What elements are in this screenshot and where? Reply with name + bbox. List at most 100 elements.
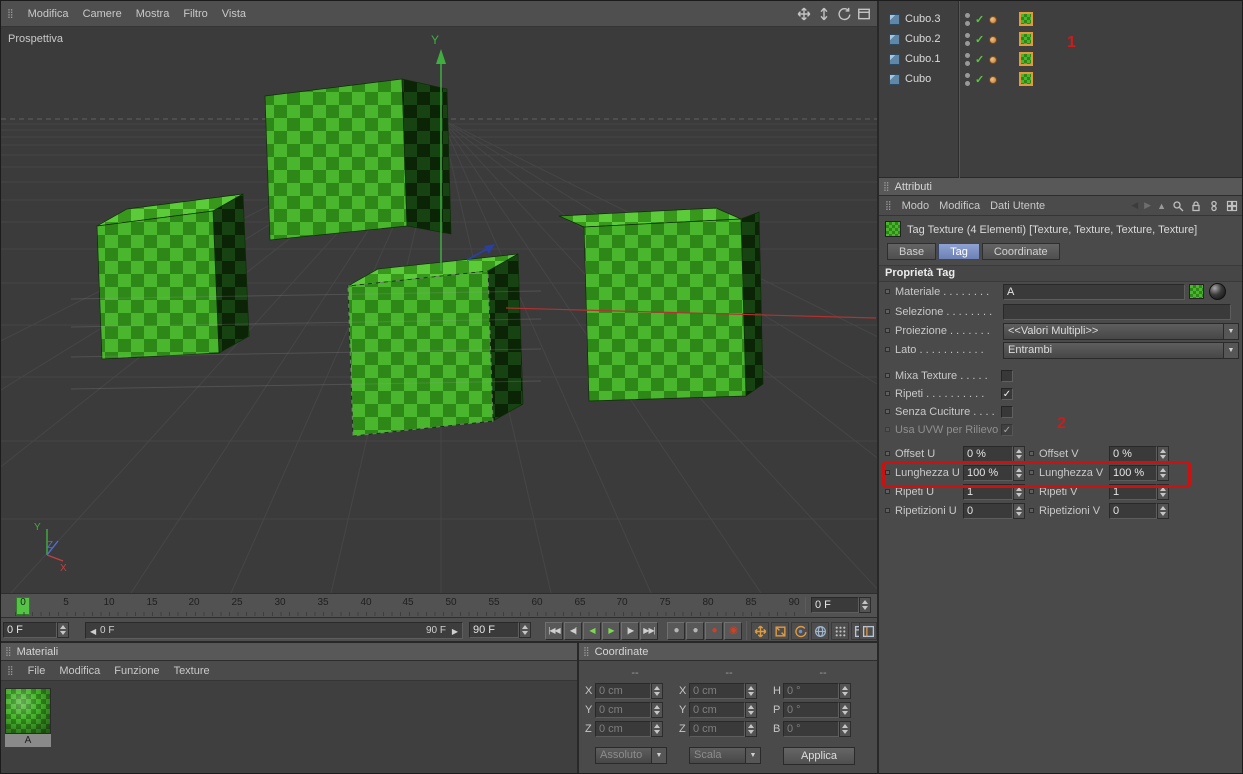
lato-dropdown[interactable]: Entrambi ▼ [1003,342,1239,359]
layout-panel-alt-icon[interactable] [859,622,877,640]
apply-button[interactable]: Applica [783,747,855,765]
menu-vista[interactable]: Vista [222,8,246,20]
texture-tag[interactable] [1019,12,1033,26]
object-row[interactable]: Cubo.3 ✓ [879,10,1242,30]
param-bullet[interactable] [885,328,890,333]
mixa-texture-checkbox[interactable] [1001,370,1013,382]
record-position-button[interactable]: ● [667,622,685,640]
render-visibility-dot[interactable] [965,81,970,86]
offset-u-spinner[interactable] [1013,446,1025,462]
panel-grip-icon[interactable]: ⣿ [885,200,892,211]
coord-spinner[interactable] [651,683,663,699]
coord-mode-dropdown[interactable]: Assoluto ▼ [595,747,667,764]
materiale-preview-chip[interactable] [1189,284,1204,299]
editor-visibility-dot[interactable] [965,33,970,38]
go-to-start-button[interactable]: |◀◀ [545,622,563,640]
param-bullet[interactable] [885,347,890,352]
menu-mostra[interactable]: Mostra [136,8,170,20]
panel-grip-icon[interactable]: ⣿ [5,646,12,657]
param-bullet[interactable] [885,470,890,475]
state-dot-icon[interactable] [989,56,997,64]
param-bullet[interactable] [1029,508,1034,513]
param-bullet[interactable] [1029,489,1034,494]
ripeti-checkbox[interactable] [1001,388,1013,400]
offset-v-field[interactable]: 0 % [1109,446,1157,462]
state-dot-icon[interactable] [989,16,997,24]
filter-up-icon[interactable]: ▲ [1157,201,1166,211]
rotate-view-icon[interactable] [837,7,851,21]
param-bullet[interactable] [885,427,890,432]
viewport-canvas[interactable]: Prospettiva Y Y Z X [1,27,877,593]
panel-grip-icon[interactable]: ⣿ [583,646,590,657]
coord-field-pos-x[interactable]: 0 cm [595,683,651,699]
coord-field-rot-b[interactable]: 0 ° [783,721,839,737]
materials-menu-funzione[interactable]: Funzione [114,665,159,677]
snap-grid-icon[interactable] [831,622,849,640]
object-name[interactable]: Cubo.1 [905,53,940,65]
ripeti-v-field[interactable]: 1 [1109,484,1157,500]
proiezione-dropdown[interactable]: <<Valori Multipli>> ▼ [1003,323,1239,340]
ripetizioni-u-spinner[interactable] [1013,503,1025,519]
materials-menu-modifica[interactable]: Modifica [59,665,100,677]
coord-spinner[interactable] [651,702,663,718]
object-name[interactable]: Cubo.3 [905,13,940,25]
tab-tag[interactable]: Tag [938,243,980,260]
coord-spinner[interactable] [745,721,757,737]
lock-icon[interactable] [1190,200,1202,212]
param-bullet[interactable] [885,373,890,378]
lunghezza-u-spinner[interactable] [1013,465,1025,481]
editor-visibility-dot[interactable] [965,13,970,18]
enable-check-icon[interactable]: ✓ [975,13,984,26]
texture-tag[interactable] [1019,72,1033,86]
end-frame-spinner[interactable] [519,622,531,638]
texture-tag[interactable] [1019,32,1033,46]
link-icon[interactable] [1208,200,1220,212]
grid-layout-icon[interactable] [1226,200,1238,212]
coord-scale-dropdown[interactable]: Scala ▼ [689,747,761,764]
ripetizioni-v-field[interactable]: 0 [1109,503,1157,519]
record-keyframe-button[interactable]: ● [705,622,723,640]
rotate-tool-icon[interactable] [791,622,809,640]
coord-field-scale-z[interactable]: 0 cm [689,721,745,737]
state-dot-icon[interactable] [989,76,997,84]
ruler-frame-spinner[interactable] [859,597,871,613]
offset-u-field[interactable]: 0 % [963,446,1013,462]
param-bullet[interactable] [1029,470,1034,475]
param-bullet[interactable] [1029,451,1034,456]
panel-grip-icon[interactable]: ⣿ [7,8,14,19]
coord-field-pos-z[interactable]: 0 cm [595,721,651,737]
pan-view-icon[interactable] [797,7,811,21]
texture-ball-icon[interactable] [1209,283,1226,300]
senza-cuciture-checkbox[interactable] [1001,406,1013,418]
param-bullet[interactable] [885,289,890,294]
tab-coordinate[interactable]: Coordinate [981,243,1060,260]
coordinates-titlebar[interactable]: ⣿ Coordinate [579,643,877,661]
object-row[interactable]: Cubo.1 ✓ [879,50,1242,70]
param-bullet[interactable] [885,309,890,314]
timeline-ruler[interactable]: 0 5 10 15 20 25 30 35 40 45 50 55 60 65 … [1,593,877,617]
record-parameter-button[interactable]: ● [686,622,704,640]
cube-right[interactable] [558,207,764,402]
offset-v-spinner[interactable] [1157,446,1169,462]
enable-check-icon[interactable]: ✓ [975,73,984,86]
cube-left[interactable] [96,193,250,360]
coord-spinner[interactable] [839,683,851,699]
ripeti-u-field[interactable]: 1 [963,484,1013,500]
coord-field-scale-x[interactable]: 0 cm [689,683,745,699]
autokey-button[interactable]: ◉ [724,622,742,640]
menu-camere[interactable]: Camere [83,8,122,20]
history-forward-icon[interactable]: ▶ [1144,200,1151,211]
menu-filtro[interactable]: Filtro [183,8,207,20]
tab-base[interactable]: Base [887,243,937,260]
scale-tool-icon[interactable] [771,622,789,640]
move-tool-icon[interactable] [751,622,769,640]
go-to-end-button[interactable]: ▶▶| [640,622,658,640]
param-bullet[interactable] [885,451,890,456]
state-dot-icon[interactable] [989,36,997,44]
ripetizioni-v-spinner[interactable] [1157,503,1169,519]
coord-field-pos-y[interactable]: 0 cm [595,702,651,718]
render-visibility-dot[interactable] [965,21,970,26]
coord-field-scale-y[interactable]: 0 cm [689,702,745,718]
lunghezza-u-field[interactable]: 100 % [963,465,1013,481]
current-frame-spinner[interactable] [57,622,69,638]
